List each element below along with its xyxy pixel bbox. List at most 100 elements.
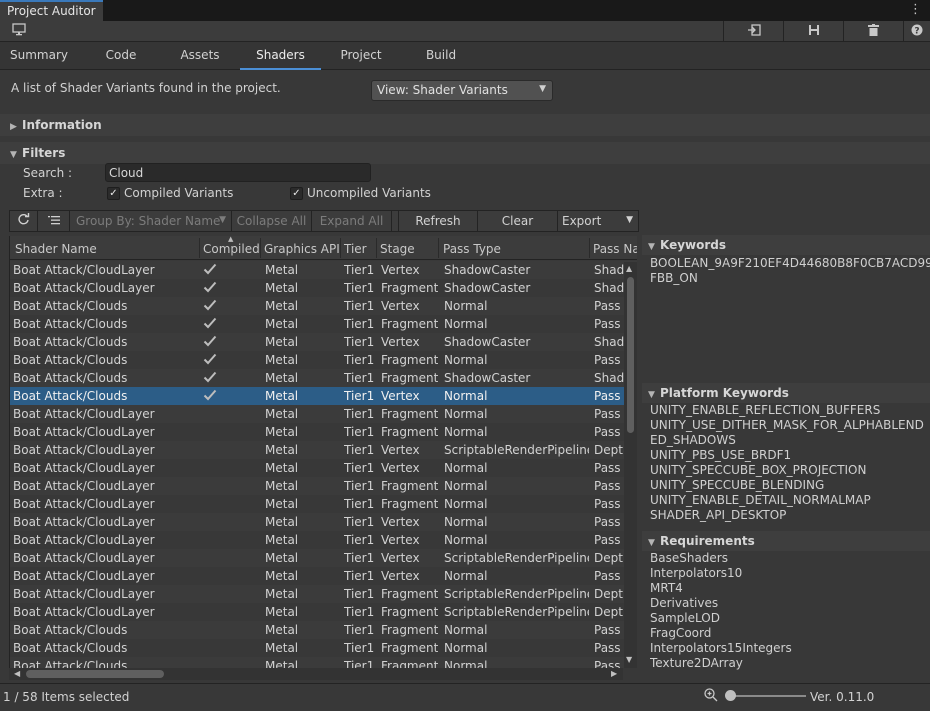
table-row[interactable]: Boat Attack/CloudLayer Metal Tier1 Vertex Sc… [10,549,637,567]
table-row[interactable]: Boat Attack/Clouds Metal Tier1 Fragment Norm… [10,639,637,657]
keyword-item: FBB_ON [650,271,698,285]
tab-build[interactable]: Build [401,42,481,70]
requirements-list: BaseShaders Interpolators10 MRT4 Derivative… [650,551,930,670]
zoom-slider[interactable] [730,695,806,697]
table-row[interactable]: Boat Attack/CloudLayer Metal Tier1 Fragment… [10,585,637,603]
kebab-menu-icon[interactable]: ⋮ [909,2,922,17]
tab-summary[interactable]: Summary [0,42,78,70]
table-row[interactable]: Boat Attack/CloudLayer Metal Tier1 Fragment… [10,495,637,513]
scroll-down-icon[interactable]: ▼ [626,655,632,664]
table-row[interactable]: Boat Attack/CloudLayer Metal Tier1 Vertex No… [10,567,637,585]
table-row-selected[interactable]: Boat Attack/Clouds Metal Tier1 Vertex Normal… [10,387,637,405]
keywords-foldout[interactable]: ▼ Keywords [642,235,930,255]
refresh-icon-button[interactable] [10,210,38,232]
table-row[interactable]: Boat Attack/Clouds Metal Tier1 Vertex Normal… [10,297,637,315]
cell-graphics-api: Metal [265,263,299,277]
cell-stage: Fragment [381,353,438,367]
platform-keywords-foldout[interactable]: ▼ Platform Keywords [642,383,930,403]
cell-graphics-api: Metal [265,641,299,655]
zoom-slider-handle[interactable] [725,690,736,701]
collapse-all-button[interactable]: Collapse All [232,210,312,232]
column-header-pass-type[interactable]: Pass Type [443,242,501,256]
table-row[interactable]: Boat Attack/CloudLayer Metal Tier1 Fragment… [10,279,637,297]
view-dropdown[interactable]: View: Shader Variants ▼ [371,80,553,101]
column-header-pass-name[interactable]: Pass Na [593,242,637,256]
scroll-up-icon[interactable]: ▲ [626,264,632,273]
requirement-item: Interpolators10 [650,566,743,580]
scroll-left-icon[interactable]: ◀ [14,669,20,678]
table-row[interactable]: Boat Attack/CloudLayer Metal Tier1 Fragment… [10,477,637,495]
table-row[interactable]: Boat Attack/CloudLayer Metal Tier1 Vertex Sh… [10,261,637,279]
cell-shader-name: Boat Attack/Clouds [13,299,128,313]
table-row[interactable]: Boat Attack/Clouds Metal Tier1 Fragment Norm… [10,657,637,668]
table-row[interactable]: Boat Attack/Clouds Metal Tier1 Fragment Norm… [10,351,637,369]
table-row[interactable]: Boat Attack/Clouds Metal Tier1 Fragment Norm… [10,315,637,333]
cell-shader-name: Boat Attack/CloudLayer [13,281,155,295]
cell-stage: Fragment [381,425,438,439]
monitor-icon[interactable] [12,23,26,39]
cell-stage: Fragment [381,623,438,637]
import-button[interactable] [723,21,783,41]
cell-tier: Tier1 [344,335,375,349]
search-input[interactable]: Cloud [105,163,371,182]
cell-shader-name: Boat Attack/Clouds [13,353,128,367]
expand-all-button[interactable]: Expand All [312,210,392,232]
window-tab[interactable]: Project Auditor [0,0,103,21]
cell-tier: Tier1 [344,587,375,601]
uncompiled-variants-checkbox[interactable]: ✓ Uncompiled Variants [290,186,431,200]
column-header-tier[interactable]: Tier [344,242,367,256]
table-row[interactable]: Boat Attack/CloudLayer Metal Tier1 Vertex Sc… [10,441,637,459]
horizontal-scroll-thumb[interactable] [26,670,164,678]
table-row[interactable]: Boat Attack/CloudLayer Metal Tier1 Vertex No… [10,459,637,477]
compiled-variants-checkbox[interactable]: ✓ Compiled Variants [107,186,233,200]
vertical-scroll-thumb[interactable] [627,277,634,433]
table-row[interactable]: Boat Attack/CloudLayer Metal Tier1 Vertex No… [10,531,637,549]
clear-button[interactable]: Clear [478,210,558,232]
save-button[interactable] [783,21,843,41]
group-by-label: Group By: Shader Name [76,214,221,228]
tab-assets[interactable]: Assets [160,42,240,70]
cell-shader-name: Boat Attack/Clouds [13,659,128,668]
group-by-dropdown[interactable]: Group By: Shader Name ▼ [70,210,232,232]
cell-stage: Vertex [381,551,420,565]
foldout-collapsed-icon: ▶ [10,122,17,132]
cell-graphics-api: Metal [265,425,299,439]
table-row[interactable]: Boat Attack/Clouds Metal Tier1 Fragment Norm… [10,621,637,639]
export-label: Export [562,214,602,228]
platform-keyword-item: UNITY_USE_DITHER_MASK_FOR_ALPHABLEND [650,418,924,432]
requirements-foldout[interactable]: ▼ Requirements [642,531,930,551]
cell-stage: Fragment [381,281,438,295]
table-row[interactable]: Boat Attack/CloudLayer Metal Tier1 Vertex No… [10,513,637,531]
cell-shader-name: Boat Attack/CloudLayer [13,425,155,439]
requirement-item: Texture2DArray [650,656,743,670]
cell-shader-name: Boat Attack/Clouds [13,641,128,655]
table-row[interactable]: Boat Attack/Clouds Metal Tier1 Vertex Shadow… [10,333,637,351]
tab-project[interactable]: Project [321,42,401,70]
platform-keyword-item: UNITY_SPECCUBE_BLENDING [650,478,825,492]
export-dropdown[interactable]: Export ▼ [558,210,638,232]
information-foldout[interactable]: ▶ Information [0,114,930,136]
tab-shaders[interactable]: Shaders [240,42,321,70]
delete-button[interactable] [843,21,903,41]
cell-tier: Tier1 [344,515,375,529]
scroll-right-icon[interactable]: ▶ [611,669,617,678]
cell-graphics-api: Metal [265,623,299,637]
requirements-title: Requirements [660,534,755,548]
table-row[interactable]: Boat Attack/CloudLayer Metal Tier1 Fragment… [10,603,637,621]
column-header-compiled[interactable]: Compiled [203,242,260,256]
column-header-graphics-api[interactable]: Graphics API [264,242,340,256]
filters-foldout[interactable]: ▼ Filters [0,142,930,164]
column-header-stage[interactable]: Stage [380,242,415,256]
help-button[interactable]: ? [903,21,930,41]
refresh-button[interactable]: Refresh [398,210,478,232]
list-options-button[interactable] [38,210,70,232]
cell-graphics-api: Metal [265,479,299,493]
cell-tier: Tier1 [344,425,375,439]
table-row[interactable]: Boat Attack/Clouds Metal Tier1 Fragment Shad… [10,369,637,387]
table-row[interactable]: Boat Attack/CloudLayer Metal Tier1 Fragment… [10,423,637,441]
table-row[interactable]: Boat Attack/CloudLayer Metal Tier1 Fragment… [10,405,637,423]
column-header-shader-name[interactable]: Shader Name [15,242,97,256]
cell-shader-name: Boat Attack/CloudLayer [13,551,155,565]
check-icon [203,299,243,314]
tab-code[interactable]: Code [82,42,160,70]
